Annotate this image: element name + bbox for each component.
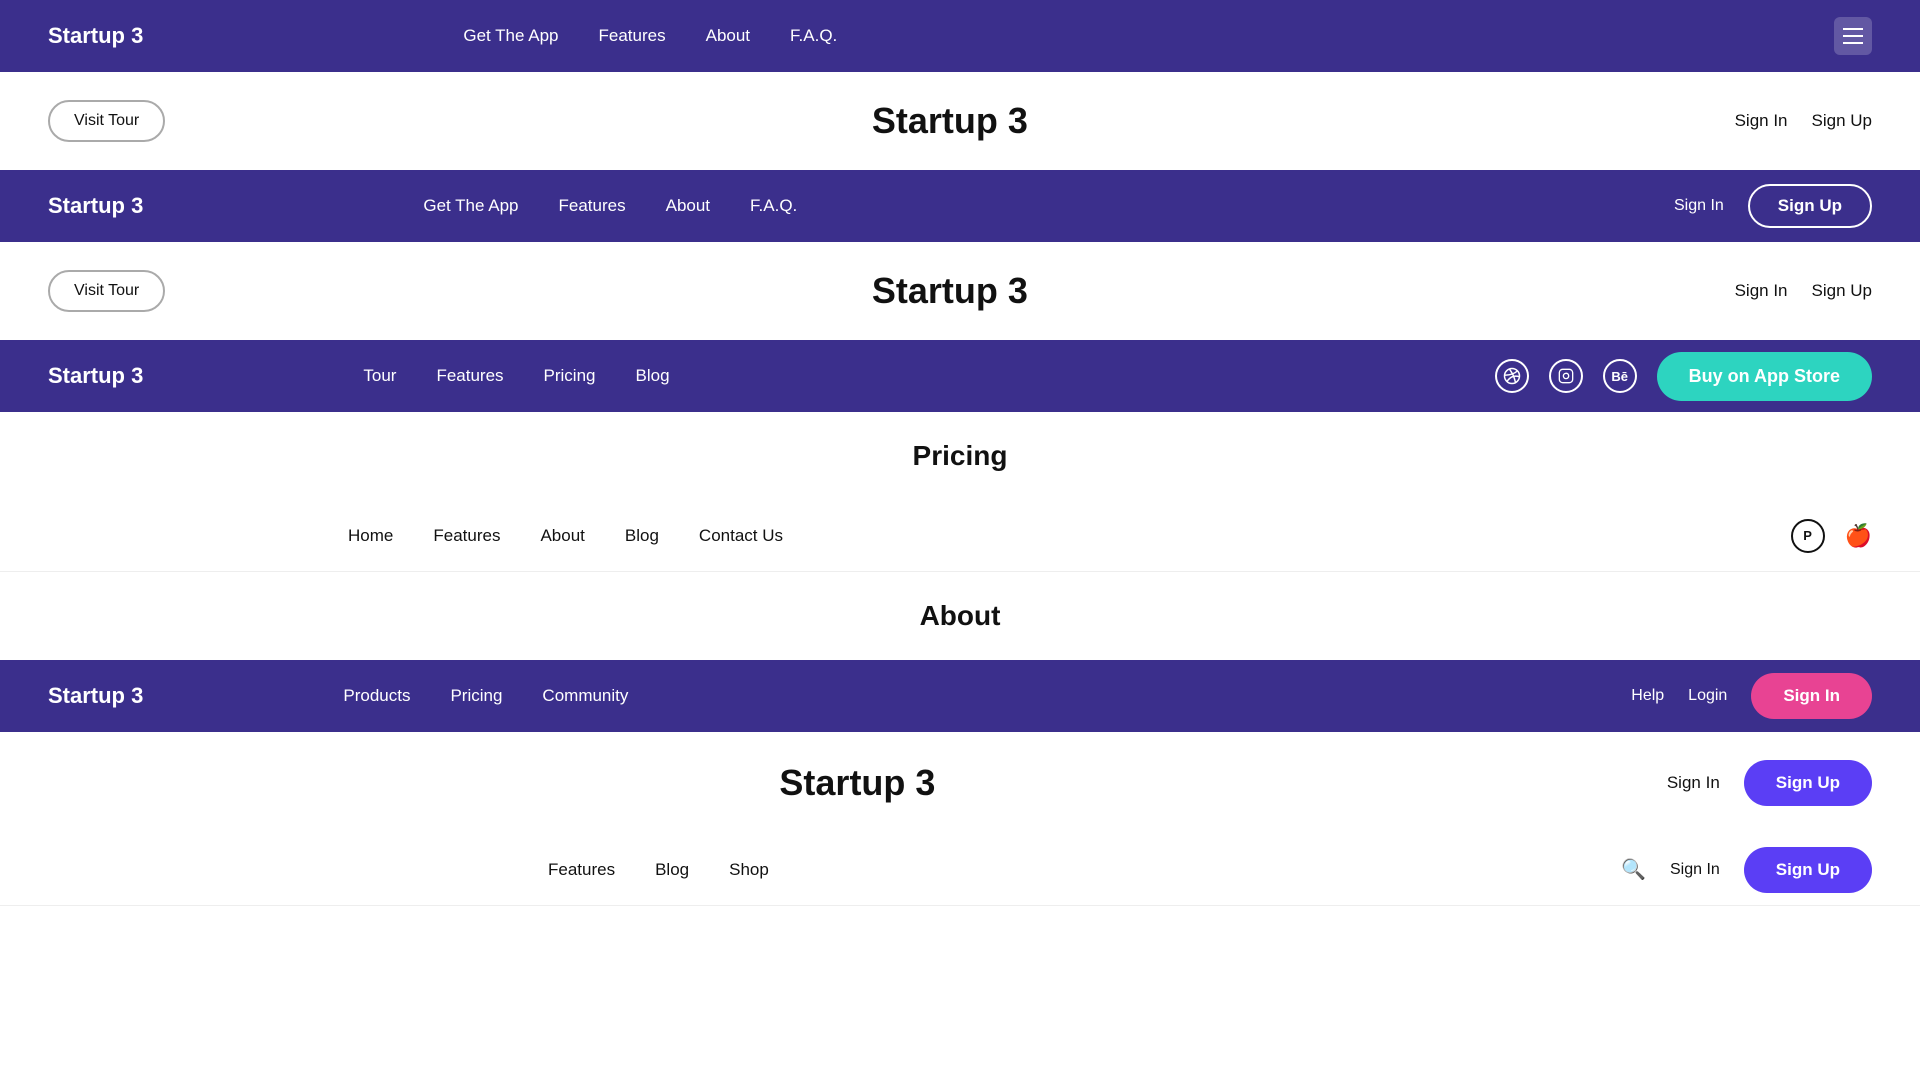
dribbble-icon[interactable] bbox=[1495, 359, 1529, 393]
nav-5-item-0[interactable]: Products bbox=[343, 686, 410, 706]
nav-5-item-2[interactable]: Community bbox=[542, 686, 628, 706]
strip-5-title: Startup 3 bbox=[779, 762, 935, 804]
visit-tour-btn-1[interactable]: Visit Tour bbox=[48, 100, 165, 142]
nav-4-item-2[interactable]: About bbox=[540, 526, 584, 546]
navbar-2-nav: Get The App Features About F.A.Q. bbox=[423, 196, 797, 216]
strip-5-actions: Sign In Sign Up bbox=[1667, 760, 1872, 806]
nav-6-item-0[interactable]: Features bbox=[548, 860, 615, 880]
navbar-1-toggle[interactable] bbox=[1834, 17, 1872, 55]
nav-4-item-0[interactable]: Home bbox=[348, 526, 393, 546]
navbar-3-actions: Bē Buy on App Store bbox=[1495, 352, 1872, 401]
navbar-5-nav: Products Pricing Community bbox=[343, 686, 628, 706]
strip-2-sign-in[interactable]: Sign In bbox=[1735, 281, 1788, 301]
nav-2-item-2[interactable]: About bbox=[666, 196, 710, 216]
producthunt-icon[interactable]: P bbox=[1791, 519, 1825, 553]
navbar-3-brand: Startup 3 bbox=[48, 363, 143, 389]
content-strip-5: Startup 3 Sign In Sign Up bbox=[0, 732, 1920, 834]
navbar-6-sign-in[interactable]: Sign In bbox=[1670, 861, 1720, 879]
strip-5-sign-in[interactable]: Sign In bbox=[1667, 773, 1720, 793]
content-strip-3: Pricing bbox=[0, 412, 1920, 500]
nav-2-item-3[interactable]: F.A.Q. bbox=[750, 196, 797, 216]
strip-1-sign-in[interactable]: Sign In bbox=[1735, 111, 1788, 131]
nav-4-item-3[interactable]: Blog bbox=[625, 526, 659, 546]
nav-2-item-1[interactable]: Features bbox=[559, 196, 626, 216]
nav-3-item-0[interactable]: Tour bbox=[363, 366, 396, 386]
strip-2-actions: Sign In Sign Up bbox=[1735, 281, 1872, 301]
navbar-5-sign-in[interactable]: Sign In bbox=[1751, 673, 1872, 719]
strip-2-sign-up[interactable]: Sign Up bbox=[1812, 281, 1872, 301]
navbar-1-brand: Startup 3 bbox=[48, 23, 143, 49]
strip-5-sign-up[interactable]: Sign Up bbox=[1744, 760, 1872, 806]
strip-1-sign-up[interactable]: Sign Up bbox=[1812, 111, 1872, 131]
nav-3-item-2[interactable]: Pricing bbox=[544, 366, 596, 386]
strip-2-title: Startup 3 bbox=[872, 270, 1028, 312]
nav-3-item-3[interactable]: Blog bbox=[636, 366, 670, 386]
nav-1-item-1[interactable]: Features bbox=[599, 26, 666, 46]
behance-icon[interactable]: Bē bbox=[1603, 359, 1637, 393]
navbar-3: Startup 3 Tour Features Pricing Blog Bē … bbox=[0, 340, 1920, 412]
nav-4-item-4[interactable]: Contact Us bbox=[699, 526, 783, 546]
strip-1-actions: Sign In Sign Up bbox=[1735, 111, 1872, 131]
navbar-6-sign-up[interactable]: Sign Up bbox=[1744, 847, 1872, 893]
nav-1-item-0[interactable]: Get The App bbox=[463, 26, 558, 46]
navbar-1-actions bbox=[1834, 17, 1872, 55]
nav-3-item-1[interactable]: Features bbox=[436, 366, 503, 386]
navbar-6-actions: 🔍 Sign In Sign Up bbox=[1621, 847, 1872, 893]
about-label: About bbox=[920, 600, 1001, 632]
nav-2-item-0[interactable]: Get The App bbox=[423, 196, 518, 216]
nav-4-item-1[interactable]: Features bbox=[433, 526, 500, 546]
nav-1-item-3[interactable]: F.A.Q. bbox=[790, 26, 837, 46]
instagram-icon[interactable] bbox=[1549, 359, 1583, 393]
navbar-5-help[interactable]: Help bbox=[1631, 687, 1664, 705]
navbar-1-nav: Get The App Features About F.A.Q. bbox=[463, 26, 837, 46]
navbar-4: Home Features About Blog Contact Us P 🍎 bbox=[0, 500, 1920, 572]
navbar-2-sign-in[interactable]: Sign In bbox=[1674, 197, 1724, 215]
navbar-2-sign-up[interactable]: Sign Up bbox=[1748, 184, 1872, 228]
nav-1-item-2[interactable]: About bbox=[706, 26, 750, 46]
navbar-2: Startup 3 Get The App Features About F.A… bbox=[0, 170, 1920, 242]
search-icon[interactable]: 🔍 bbox=[1621, 857, 1646, 882]
nav-5-item-1[interactable]: Pricing bbox=[450, 686, 502, 706]
navbar-5: Startup 3 Products Pricing Community Hel… bbox=[0, 660, 1920, 732]
navbar-5-brand: Startup 3 bbox=[48, 683, 143, 709]
nav-6-item-1[interactable]: Blog bbox=[655, 860, 689, 880]
strip-1-title: Startup 3 bbox=[872, 100, 1028, 142]
navbar-6: Features Blog Shop 🔍 Sign In Sign Up bbox=[0, 834, 1920, 906]
apple-icon[interactable]: 🍎 bbox=[1845, 523, 1872, 549]
content-strip-1: Visit Tour Startup 3 Sign In Sign Up bbox=[0, 72, 1920, 170]
navbar-3-nav: Tour Features Pricing Blog bbox=[363, 366, 669, 386]
navbar-5-login[interactable]: Login bbox=[1688, 687, 1727, 705]
buy-on-app-store-btn[interactable]: Buy on App Store bbox=[1657, 352, 1872, 401]
content-strip-4: About bbox=[0, 572, 1920, 660]
content-strip-2: Visit Tour Startup 3 Sign In Sign Up bbox=[0, 242, 1920, 340]
pricing-label: Pricing bbox=[913, 440, 1008, 472]
nav-6-item-2[interactable]: Shop bbox=[729, 860, 769, 880]
navbar-4-actions: P 🍎 bbox=[1791, 519, 1872, 553]
navbar-6-nav: Features Blog Shop bbox=[548, 860, 769, 880]
navbar-2-actions: Sign In Sign Up bbox=[1674, 184, 1872, 228]
visit-tour-btn-2[interactable]: Visit Tour bbox=[48, 270, 165, 312]
navbar-4-nav: Home Features About Blog Contact Us bbox=[348, 526, 783, 546]
navbar-5-actions: Help Login Sign In bbox=[1631, 673, 1872, 719]
navbar-2-brand: Startup 3 bbox=[48, 193, 143, 219]
navbar-1: Startup 3 Get The App Features About F.A… bbox=[0, 0, 1920, 72]
